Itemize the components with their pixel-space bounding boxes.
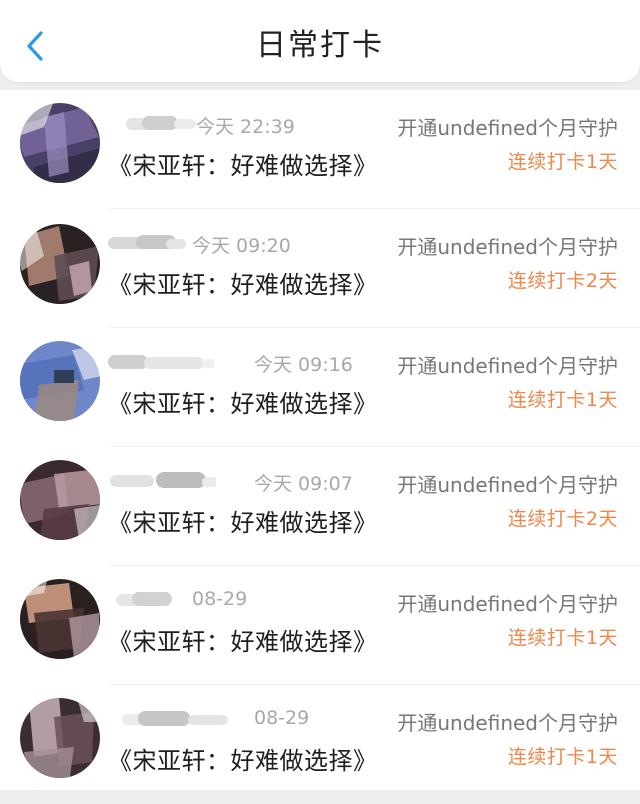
guard-text: 开通undefined个月守护 [397,116,618,140]
song-title: 《宋亚轩：好难做选择》 [108,747,378,775]
song-title: 《宋亚轩：好难做选择》 [108,390,378,418]
checkin-item[interactable]: 今天 09:07 开通undefined个月守护 《宋亚轩：好难做选择》 连续打… [0,447,640,566]
song-title: 《宋亚轩：好难做选择》 [108,271,378,299]
checkin-time: 08-29 [192,588,248,610]
guard-text: 开通undefined个月守护 [397,235,618,259]
page-title: 日常打卡 [256,28,384,63]
checkin-time: 今天 09:16 [254,354,353,376]
checkin-item[interactable]: 08-29 开通undefined个月守护 《宋亚轩：好难做选择》 连续打卡1天 [0,566,640,685]
checkin-list[interactable]: 今天 22:39 开通undefined个月守护 《宋亚轩：好难做选择》 连续打… [0,90,640,790]
streak-label: 连续打卡2天 [507,270,618,292]
username-blurred [110,472,216,488]
streak-label: 连续打卡1天 [507,627,618,649]
avatar[interactable] [14,97,106,189]
username-blurred [122,711,228,726]
song-title: 《宋亚轩：好难做选择》 [108,152,378,180]
song-title: 《宋亚轩：好难做选择》 [108,509,378,537]
guard-text: 开通undefined个月守护 [397,473,618,497]
song-title: 《宋亚轩：好难做选择》 [108,628,378,656]
checkin-item[interactable]: 今天 22:39 开通undefined个月守护 《宋亚轩：好难做选择》 连续打… [0,90,640,209]
username-blurred [108,355,214,369]
streak-label: 连续打卡2天 [507,508,618,530]
checkin-time: 今天 09:07 [254,473,353,495]
guard-text: 开通undefined个月守护 [397,354,618,378]
avatar[interactable] [14,692,106,784]
checkin-item[interactable]: 08-29 开通undefined个月守护 《宋亚轩：好难做选择》 连续打卡1天 [0,685,640,804]
checkin-time: 08-29 [254,707,310,729]
streak-label: 连续打卡1天 [507,151,618,173]
streak-label: 连续打卡1天 [507,389,618,411]
checkin-time: 今天 09:20 [192,235,291,257]
avatar[interactable] [14,454,106,546]
checkin-time: 今天 22:39 [196,116,295,138]
guard-text: 开通undefined个月守护 [397,592,618,616]
avatar[interactable] [14,573,106,665]
guard-text: 开通undefined个月守护 [397,711,618,735]
avatar[interactable] [14,216,106,308]
checkin-item[interactable]: 今天 09:20 开通undefined个月守护 《宋亚轩：好难做选择》 连续打… [0,209,640,328]
checkin-item[interactable]: 今天 09:16 开通undefined个月守护 《宋亚轩：好难做选择》 连续打… [0,328,640,447]
avatar[interactable] [14,335,106,427]
navigation-bar: 日常打卡 [0,0,640,82]
streak-label: 连续打卡1天 [507,746,618,768]
